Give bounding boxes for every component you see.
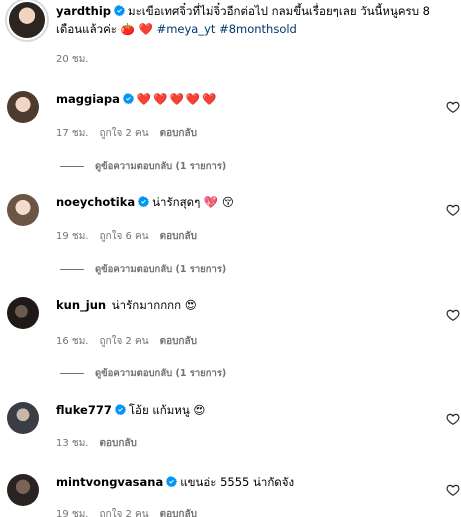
comment-username[interactable]: maggiapa — [56, 92, 120, 106]
hashtag-8monthsold[interactable]: #8monthsold — [219, 22, 297, 36]
comment-meta: 17 ชม. ถูกใจ 2 คน ตอบกลับ — [56, 126, 208, 141]
verified-badge-icon — [114, 5, 126, 16]
caption-username[interactable]: yardthip — [56, 4, 111, 18]
comments-panel: yardthip มะเขือเทศจิ๋วที่ไม่จิ๋วอีกต่อไป … — [0, 0, 461, 517]
view-replies-label: ดูข้อความตอบกลับ (1 รายการ) — [95, 264, 227, 275]
comment-meta: 13 ชม. ตอบกลับ — [56, 436, 148, 451]
comment-timestamp: 17 ชม. — [56, 128, 89, 139]
comment-timestamp: 19 ชม. — [56, 509, 89, 517]
verified-badge-icon — [114, 404, 126, 415]
comment-timestamp: 16 ชม. — [56, 336, 89, 347]
comment-username[interactable]: noeychotika — [56, 195, 135, 209]
avatar[interactable] — [7, 474, 39, 506]
avatar[interactable] — [7, 0, 47, 40]
view-replies-label: ดูข้อความตอบกลับ (1 รายการ) — [95, 161, 227, 172]
view-replies-label: ดูข้อความตอบกลับ (1 รายการ) — [95, 368, 227, 379]
like-comment-button[interactable] — [446, 202, 460, 216]
caption-timestamp: 20 ชม. — [56, 54, 89, 65]
comment-likes-count[interactable]: ถูกใจ 2 คน — [99, 509, 148, 517]
comment-text: น่ารักสุดๆ 💖 😚 — [152, 195, 234, 209]
comment-username[interactable]: fluke777 — [56, 403, 112, 417]
caption-body: yardthip มะเขือเทศจิ๋วที่ไม่จิ๋วอีกต่อไป … — [56, 2, 456, 38]
heart-outline-icon — [446, 309, 460, 321]
divider — [60, 373, 84, 374]
hashtag-meya-yt[interactable]: #meya_yt — [157, 22, 216, 36]
comment-text: แขนอ่ะ 5555 น่ากัดจัง — [180, 475, 295, 489]
comment-text: โอ้ย แก้มหนู 😍 — [128, 403, 206, 417]
comment-meta: 16 ชม. ถูกใจ 2 คน ตอบกลับ — [56, 334, 208, 349]
avatar[interactable] — [7, 194, 39, 226]
reply-button[interactable]: ตอบกลับ — [160, 336, 197, 347]
view-replies-button[interactable]: ดูข้อความตอบกลับ (1 รายการ) — [60, 262, 226, 277]
heart-outline-icon — [446, 101, 460, 113]
divider — [60, 166, 84, 167]
view-replies-button[interactable]: ดูข้อความตอบกลับ (1 รายการ) — [60, 366, 226, 381]
verified-badge-icon — [122, 93, 134, 104]
heart-outline-icon — [446, 204, 460, 216]
comment-likes-count[interactable]: ถูกใจ 6 คน — [99, 231, 148, 242]
avatar[interactable] — [7, 402, 39, 434]
comment-likes-count[interactable]: ถูกใจ 2 คน — [99, 336, 148, 347]
heart-outline-icon — [446, 413, 460, 425]
heart-outline-icon — [446, 484, 460, 496]
comment-text: น่ารักมากกกก 😍 — [111, 298, 197, 312]
reply-button[interactable]: ตอบกลับ — [160, 231, 197, 242]
comment-timestamp: 19 ชม. — [56, 231, 89, 242]
comment-likes-count[interactable]: ถูกใจ 2 คน — [99, 128, 148, 139]
avatar[interactable] — [7, 297, 39, 329]
reply-button[interactable]: ตอบกลับ — [160, 509, 197, 517]
verified-badge-icon — [138, 196, 150, 207]
comment-meta: 19 ชม. ถูกใจ 6 คน ตอบกลับ — [56, 229, 208, 244]
comment-username[interactable]: mintvongvasana — [56, 475, 163, 489]
avatar[interactable] — [7, 91, 39, 123]
like-comment-button[interactable] — [446, 482, 460, 496]
divider — [60, 269, 84, 270]
comment-username[interactable]: kun_jun — [56, 298, 106, 312]
comment-meta: 19 ชม. ถูกใจ 2 คน ตอบกลับ — [56, 507, 208, 517]
comment-timestamp: 13 ชม. — [56, 438, 89, 449]
view-replies-button[interactable]: ดูข้อความตอบกลับ (1 รายการ) — [60, 159, 226, 174]
like-comment-button[interactable] — [446, 307, 460, 321]
verified-badge-icon — [166, 476, 178, 487]
comment-body: fluke777 โอ้ย แก้มหนู 😍 — [56, 402, 205, 418]
comment-body: noeychotika น่ารักสุดๆ 💖 😚 — [56, 194, 234, 210]
reply-button[interactable]: ตอบกลับ — [160, 128, 197, 139]
comment-text: ❤️❤️❤️❤️❤️ — [136, 92, 219, 106]
reply-button[interactable]: ตอบกลับ — [99, 438, 136, 449]
comment-body: kun_jun น่ารักมากกกก 😍 — [56, 297, 197, 313]
comment-body: mintvongvasana แขนอ่ะ 5555 น่ากัดจัง — [56, 474, 294, 490]
comment-body: maggiapa ❤️❤️❤️❤️❤️ — [56, 91, 219, 107]
like-comment-button[interactable] — [446, 99, 460, 113]
like-comment-button[interactable] — [446, 411, 460, 425]
